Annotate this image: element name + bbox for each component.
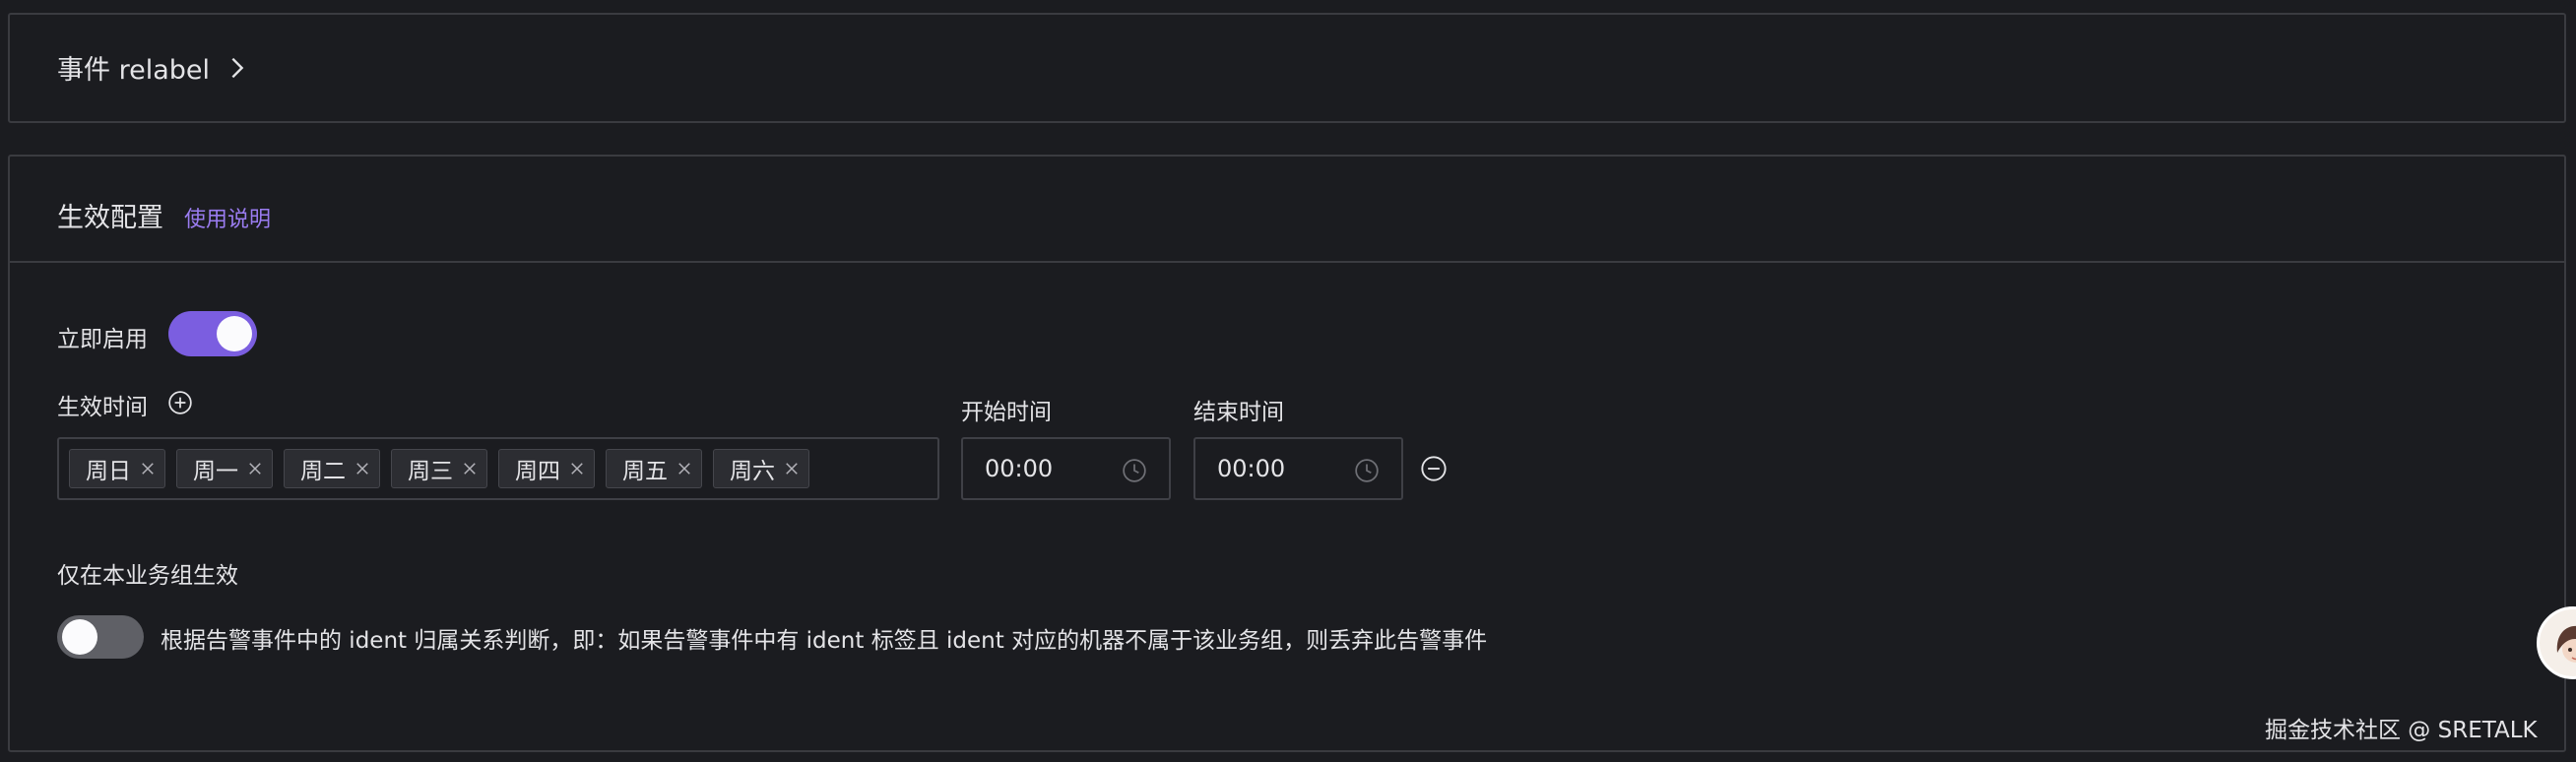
weekday-tag-label: 周日 [86, 459, 131, 484]
effect-config-title: 生效配置 [57, 203, 163, 233]
enable-now-switch[interactable] [168, 311, 257, 356]
start-time-label: 开始时间 [961, 400, 1052, 425]
end-time-input[interactable]: 00:00 [1193, 437, 1403, 500]
effect-config-panel: 生效配置 使用说明 立即启用 生效时间 开始时间 结束时间 周日 周一 周二 周… [8, 155, 2566, 752]
close-icon[interactable] [461, 460, 479, 477]
weekday-tag: 周四 [498, 449, 595, 488]
close-icon[interactable] [354, 460, 371, 477]
weekday-tag-label: 周六 [730, 459, 775, 484]
switch-knob [217, 316, 252, 351]
close-icon[interactable] [246, 460, 264, 477]
effect-config-header: 生效配置 使用说明 [10, 157, 2564, 263]
weekday-multi-select[interactable]: 周日 周一 周二 周三 周四 周五 周六 [57, 437, 939, 500]
clock-icon [1123, 459, 1146, 482]
weekday-tag-label: 周二 [300, 459, 346, 484]
busi-group-only-description: 根据告警事件中的 ident 归属关系判断，即：如果告警事件中有 ident 标… [161, 628, 1488, 654]
busi-group-only-switch[interactable] [57, 615, 144, 659]
close-icon[interactable] [568, 460, 586, 477]
start-time-input[interactable]: 00:00 [961, 437, 1171, 500]
weekday-tag-label: 周四 [515, 459, 560, 484]
chevron-right-icon [231, 57, 244, 78]
busi-group-only-label: 仅在本业务组生效 [57, 563, 238, 589]
watermark: 掘金技术社区 @ SRETALK [2265, 718, 2538, 743]
relabel-toggle-header[interactable]: 事件 relabel [57, 48, 251, 87]
start-time-value: 00:00 [985, 455, 1054, 482]
end-time-value: 00:00 [1217, 455, 1286, 482]
enable-now-label: 立即启用 [57, 327, 148, 352]
relabel-title: 事件 relabel [57, 55, 210, 86]
close-icon[interactable] [139, 460, 157, 477]
weekday-tag-label: 周三 [408, 459, 453, 484]
weekday-tag: 周三 [391, 449, 487, 488]
weekday-tag: 周六 [713, 449, 809, 488]
close-icon[interactable] [783, 460, 801, 477]
weekday-tag: 周一 [176, 449, 273, 488]
weekday-tag: 周二 [284, 449, 380, 488]
weekday-tag-label: 周一 [193, 459, 238, 484]
weekday-tag: 周日 [69, 449, 165, 488]
effective-time-label: 生效时间 [57, 395, 148, 420]
weekday-tag: 周五 [606, 449, 702, 488]
end-time-label: 结束时间 [1193, 400, 1284, 425]
relabel-panel: 事件 relabel [8, 13, 2566, 123]
switch-knob [62, 619, 97, 655]
plus-circle-icon[interactable] [167, 390, 193, 415]
minus-circle-icon[interactable] [1420, 455, 1448, 482]
clock-icon [1355, 459, 1379, 482]
usage-help-link[interactable]: 使用说明 [184, 202, 271, 233]
close-icon[interactable] [676, 460, 693, 477]
weekday-tag-label: 周五 [622, 459, 668, 484]
